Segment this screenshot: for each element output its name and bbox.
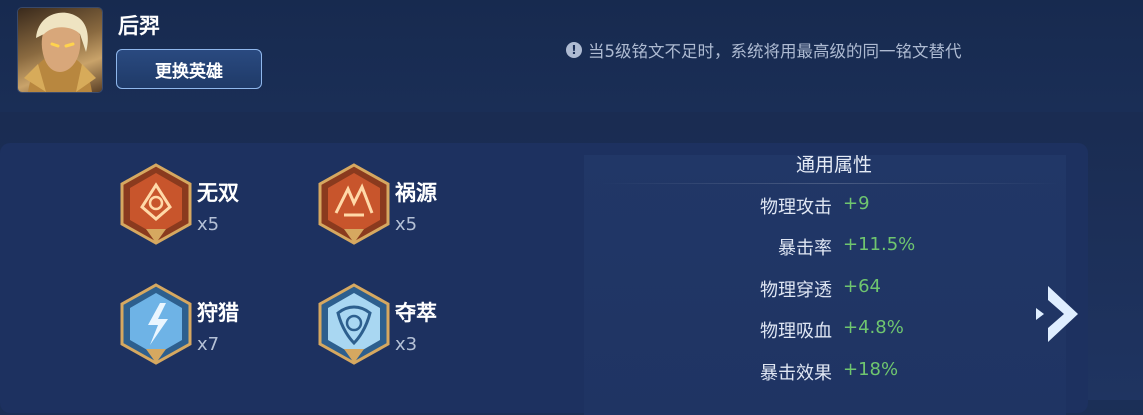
attribute-name: 暴击率 [778, 238, 832, 259]
attribute-name: 物理吸血 [760, 321, 832, 342]
attribute-name: 物理攻击 [760, 197, 832, 218]
rune-notice: ! 当5级铭文不足时，系统将用最高级的同一铭文替代 [566, 38, 962, 62]
rune-item[interactable]: 狩猎 x7 [120, 283, 320, 373]
attribute-value: +11.5% [843, 234, 916, 255]
rune-blue-icon [318, 283, 390, 365]
rune-blue-icon [120, 283, 192, 365]
attribute-value: +64 [843, 276, 881, 297]
next-page-arrow-icon[interactable] [1034, 282, 1082, 346]
notice-text: 当5级铭文不足时，系统将用最高级的同一铭文替代 [588, 42, 962, 61]
rune-count: x7 [197, 334, 220, 355]
rune-count: x5 [395, 214, 418, 235]
rune-count: x5 [197, 214, 220, 235]
attribute-name: 物理穿透 [760, 280, 832, 301]
attributes-divider [600, 183, 1060, 184]
attribute-name: 暴击效果 [760, 363, 832, 384]
rune-red-icon [318, 163, 390, 245]
attribute-row: 物理穿透 +64 [584, 276, 984, 302]
attribute-value: +18% [843, 359, 899, 380]
attributes-title: 通用属性 [795, 154, 872, 176]
attribute-row: 暴击率 +11.5% [584, 234, 984, 260]
change-hero-button[interactable]: 更换英雄 [116, 49, 262, 89]
attribute-row: 暴击效果 +18% [584, 359, 984, 385]
hero-name: 后羿 [118, 14, 160, 38]
rune-item[interactable]: 祸源 x5 [318, 163, 518, 253]
rune-name: 狩猎 [197, 301, 239, 325]
rune-red-icon [120, 163, 192, 245]
exclamation-icon: ! [566, 42, 582, 58]
rune-item[interactable]: 夺萃 x3 [318, 283, 518, 373]
hero-avatar[interactable] [18, 8, 102, 92]
attribute-row: 物理攻击 +9 [584, 193, 984, 219]
attribute-row: 物理吸血 +4.8% [584, 317, 984, 343]
rune-count: x3 [395, 334, 418, 355]
hero-portrait-icon [24, 12, 96, 92]
rune-name: 祸源 [395, 181, 437, 205]
rune-item[interactable]: 无双 x5 [120, 163, 320, 253]
attribute-value: +9 [843, 193, 870, 214]
attribute-value: +4.8% [843, 317, 904, 338]
rune-name: 无双 [197, 181, 239, 205]
rune-name: 夺萃 [395, 301, 437, 325]
